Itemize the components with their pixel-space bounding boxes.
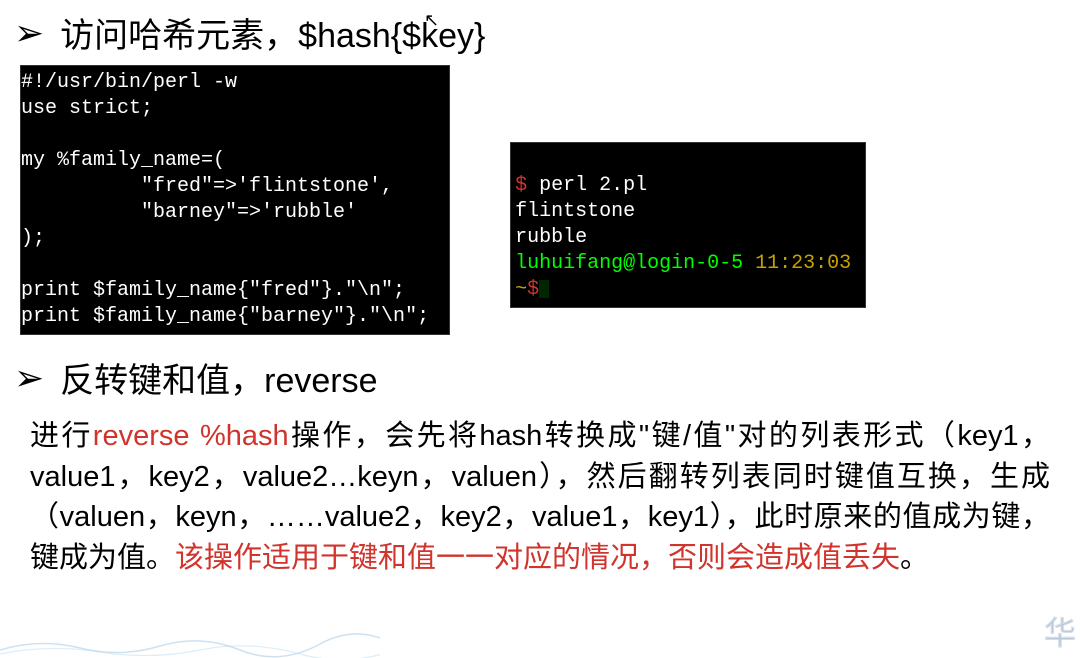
para-highlight-warn: 该操作适用于键和值一一对应的情况，否则会造成值丢失 [175, 542, 900, 574]
term-output: rubble [515, 226, 587, 249]
term-output: flintstone [515, 200, 635, 223]
code-line: my %family_name=( [21, 149, 225, 172]
bullet-arrow-icon: ➢ [14, 15, 44, 51]
corner-watermark: 华 [1044, 608, 1076, 654]
code-line: print $family_name{"fred"}."\n"; [21, 279, 405, 302]
term-time: 11:23:03 [755, 252, 851, 275]
section-2-header: ➢ 反转键和值，reverse [0, 345, 1080, 410]
section-1-header: ➢ 访问哈希元素，$hash{$key} [0, 0, 1080, 65]
code-line: "fred"=>'flintstone', [21, 175, 393, 198]
term-header [515, 148, 527, 171]
para-part5: 。 [900, 542, 929, 574]
term-prompt: $ [515, 174, 527, 197]
wave-decoration-icon [0, 628, 380, 658]
paragraph-body: 进行reverse %hash操作，会先将hash转换成"键/值"对的列表形式（… [0, 410, 1080, 578]
term-path: ~ [515, 278, 527, 301]
code-line: use strict; [21, 97, 153, 120]
para-highlight-code: reverse %hash [93, 420, 289, 452]
code-line: print $family_name{"barney"}."\n"; [21, 305, 429, 328]
code-line: "barney"=>'rubble' [21, 201, 357, 224]
bullet-arrow-icon: ➢ [14, 360, 44, 396]
code-line: #!/usr/bin/perl -w [21, 71, 237, 94]
code-container: #!/usr/bin/perl -w use strict; my %famil… [0, 65, 1080, 345]
section-1-title: 访问哈希元素，$hash{$key} [60, 8, 485, 57]
term-cmd: perl 2.pl [527, 174, 647, 197]
code-line: ); [21, 227, 45, 250]
section-2-title: 反转键和值，reverse [60, 353, 377, 402]
term-user: luhuifang@login-0-5 [515, 252, 755, 275]
terminal-output-block: $ perl 2.pl flintstone rubble luhuifang@… [510, 142, 866, 308]
terminal-cursor-icon [539, 280, 549, 298]
code-editor-block: #!/usr/bin/perl -w use strict; my %famil… [20, 65, 450, 335]
term-prompt: $ [527, 278, 539, 301]
para-part1: 进行 [30, 420, 93, 452]
